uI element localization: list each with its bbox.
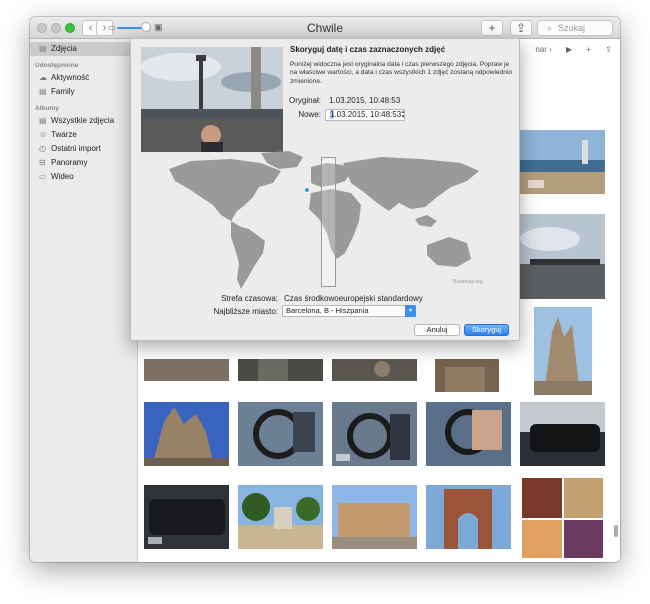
panorama-icon: ⊟ — [39, 158, 46, 167]
photo-thumbnail[interactable] — [238, 359, 323, 381]
photo-thumbnail[interactable] — [520, 214, 605, 299]
sidebar: ▤ Zdjęcia Udostępnione ☁ Aktywność ▤ Family… — [30, 39, 138, 562]
sidebar-item-last-import[interactable]: ◴ Ostatni import — [39, 143, 101, 155]
face-icon: ☺ — [39, 130, 48, 139]
cancel-button[interactable]: Anuluj — [414, 324, 460, 336]
preview-photo — [141, 47, 283, 152]
search-icon: ⌕ — [547, 23, 553, 33]
new-label: Nowe: — [298, 110, 321, 119]
photo-thumbnail[interactable] — [332, 359, 417, 381]
photo-thumbnail[interactable] — [144, 402, 229, 466]
photo-thumbnail[interactable] — [332, 485, 417, 549]
photo-thumbnail[interactable] — [435, 359, 499, 392]
adjust-date-time-dialog: Skoryguj datę i czas zaznaczonych zdjęć … — [130, 38, 520, 341]
photo-thumbnail[interactable] — [520, 130, 605, 194]
city-label: Najbliższe miasto: — [213, 307, 278, 316]
scrollbar[interactable] — [614, 525, 618, 537]
album-icon: ▤ — [39, 87, 47, 96]
content-toolbar: nar › ▶ + ⇪ — [523, 45, 612, 54]
dialog-description: Poniżej widoczna jest oryginalna data i … — [290, 61, 513, 85]
share-icon[interactable]: ⇪ — [605, 45, 612, 54]
search-input[interactable]: ⌕ Szukaj — [537, 20, 613, 36]
sidebar-item-activity[interactable]: ☁ Aktywność — [39, 72, 89, 84]
sidebar-item-video[interactable]: ▭ Wideo — [39, 171, 74, 183]
sidebar-item-family[interactable]: ▤ Family — [39, 86, 75, 98]
photo-thumbnail[interactable] — [238, 402, 323, 466]
titlebar: ‹ › ▭ ▣ Chwile + ⇪ ⌕ Szukaj — [30, 17, 620, 39]
photo-thumbnail[interactable] — [238, 485, 323, 549]
photo-thumbnail[interactable] — [144, 359, 229, 381]
sidebar-heading-albums: Albumy — [35, 105, 59, 112]
photo-thumbnail[interactable] — [520, 402, 605, 466]
play-icon[interactable]: ▶ — [566, 45, 572, 54]
adjust-button[interactable]: Skoryguj — [464, 324, 509, 336]
dialog-title: Skoryguj datę i czas zaznaczonych zdjęć — [290, 45, 446, 54]
timezone-value: Czas środkowoeuropejski standardowy — [284, 294, 423, 303]
sidebar-item-panoramas[interactable]: ⊟ Panoramy — [39, 157, 87, 169]
chevron-down-icon[interactable]: ▾ — [405, 305, 416, 317]
date-stepper[interactable]: ▲ ▼ — [399, 110, 407, 121]
new-date-field[interactable]: 1.03.2015, 10:48:53 — [325, 109, 405, 121]
timezone-selection[interactable] — [321, 157, 336, 287]
sidebar-heading-shared: Udostępnione — [35, 62, 79, 69]
sidebar-item-photos[interactable]: ▤ Zdjęcia — [39, 43, 77, 55]
video-icon: ▭ — [39, 172, 47, 181]
sidebar-item-all-photos[interactable]: ▤ Wszystkie zdjęcia — [39, 115, 114, 127]
add-button[interactable]: + — [481, 20, 503, 36]
photo-thumbnail[interactable] — [332, 402, 417, 466]
sidebar-item-faces[interactable]: ☺ Twarze — [39, 129, 77, 141]
photo-thumbnail[interactable] — [520, 476, 605, 560]
timezone-label: Strefa czasowa: — [221, 294, 278, 303]
photos-icon: ▤ — [39, 44, 47, 53]
date-rest-segment[interactable]: .03.2015, 10:48:53 — [334, 110, 401, 119]
album-icon: ▤ — [39, 116, 47, 125]
photo-thumbnail[interactable] — [426, 402, 511, 466]
photo-thumbnail[interactable] — [534, 307, 592, 395]
original-value: 1.03.2015, 10:48:53 — [329, 96, 401, 105]
photo-thumbnail[interactable] — [144, 485, 229, 549]
photo-thumbnail[interactable] — [426, 485, 511, 549]
original-label: Oryginał: — [288, 96, 321, 105]
add-icon[interactable]: + — [586, 45, 591, 54]
share-button[interactable]: ⇪ — [510, 20, 532, 36]
map-credit: Basemap.org — [453, 279, 483, 285]
city-select[interactable]: Barcelona, B - Hiszpania ▾ — [282, 305, 416, 317]
cloud-icon: ☁ — [39, 73, 47, 82]
slideshow-link[interactable]: nar › — [535, 45, 551, 54]
search-placeholder: Szukaj — [558, 23, 586, 33]
clock-icon: ◴ — [39, 144, 46, 153]
